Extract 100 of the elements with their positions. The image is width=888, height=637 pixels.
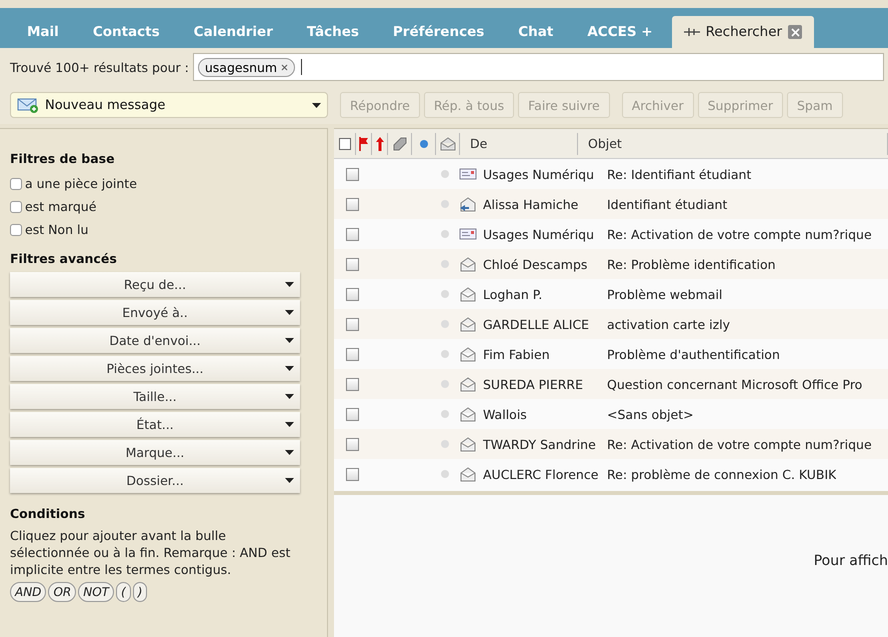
- read-dot-icon: [441, 380, 449, 388]
- sender-cell-text: Wallois: [483, 406, 528, 422]
- new-message-button[interactable]: Nouveau message: [10, 92, 328, 118]
- caret-icon: [285, 394, 294, 399]
- read-dot-icon: [441, 260, 449, 268]
- filter-dropdown[interactable]: État...: [10, 412, 300, 437]
- row-checkbox[interactable]: [346, 438, 359, 450]
- open-envelope-icon: [459, 316, 477, 332]
- caret-icon: [285, 422, 294, 427]
- remove-icon[interactable]: [281, 64, 288, 70]
- open-envelope-icon: [459, 376, 477, 392]
- operator-button[interactable]: OR: [48, 582, 76, 602]
- filter-dropdown[interactable]: Marque...: [10, 440, 300, 465]
- nav-tab[interactable]: Rechercher: [672, 16, 814, 48]
- operator-button[interactable]: NOT: [78, 582, 114, 602]
- read-dot-icon: [441, 350, 449, 358]
- sender-cell-text: Chloé Descamps: [483, 256, 588, 272]
- filter-dropdown[interactable]: Dossier...: [10, 468, 300, 493]
- envelope-icon[interactable]: [440, 136, 456, 150]
- sender-cell-text: Alissa Hamiche: [483, 196, 580, 212]
- text-caret: [301, 59, 302, 75]
- read-dot-icon: [441, 200, 449, 208]
- caret-icon: [312, 102, 321, 108]
- filter-dropdown[interactable]: Date d'envoi...: [10, 328, 300, 353]
- caret-icon: [285, 310, 294, 315]
- subject-cell: Problème webmail: [607, 286, 722, 302]
- read-dot-icon: [441, 440, 449, 448]
- row-checkbox[interactable]: [346, 318, 359, 330]
- priority-icon[interactable]: [376, 136, 384, 150]
- checkbox-label: a une pièce jointe: [25, 176, 137, 191]
- unread-dot-icon[interactable]: [420, 140, 428, 148]
- sender-cell-text: AUCLERC Florence: [483, 466, 600, 482]
- row-checkbox[interactable]: [346, 288, 359, 300]
- section-title: Conditions: [10, 506, 86, 521]
- search-token[interactable]: usagesnum: [198, 58, 296, 76]
- close-icon[interactable]: [788, 25, 802, 39]
- checkbox-label: est marqué: [25, 199, 96, 214]
- sender-cell-text: Usages Numériqu: [483, 226, 596, 242]
- caret-icon: [285, 450, 294, 455]
- subject-cell: Re: Activation de votre compte num?rique: [607, 436, 872, 452]
- subject-cell: Re: Problème identification: [607, 256, 776, 272]
- read-dot-icon: [441, 170, 449, 178]
- row-checkbox[interactable]: [346, 378, 359, 390]
- checkbox[interactable]: [10, 224, 22, 236]
- open-envelope-icon: [459, 466, 477, 482]
- select-all-checkbox[interactable]: [338, 138, 350, 150]
- row-checkbox[interactable]: [346, 258, 359, 270]
- sender-cell-text: SUREDA PIERRE: [483, 376, 584, 392]
- filter-dropdown[interactable]: Reçu de...: [10, 272, 300, 297]
- open-envelope-icon: [459, 256, 477, 272]
- subject-cell: Re: Activation de votre compte num?rique: [607, 226, 872, 242]
- checkbox[interactable]: [10, 178, 22, 190]
- replied-envelope-icon: [459, 196, 477, 212]
- operator-button[interactable]: AND: [10, 582, 46, 602]
- row-checkbox[interactable]: [346, 228, 359, 240]
- subject-cell: <Sans objet>: [607, 406, 694, 422]
- preview-message: Pour affich: [814, 553, 888, 569]
- filter-dropdown[interactable]: Taille...: [10, 384, 300, 409]
- checkbox-label: est Non lu: [25, 222, 88, 237]
- sender-cell-text: TWARDY Sandrine: [483, 436, 597, 452]
- open-envelope-icon: [459, 286, 477, 302]
- row-checkbox[interactable]: [346, 168, 359, 180]
- card-icon: [459, 167, 477, 181]
- open-envelope-icon: [459, 406, 477, 422]
- read-dot-icon: [441, 470, 449, 478]
- results-label: Trouvé 100+ résultats pour :: [10, 60, 189, 74]
- flag-icon[interactable]: [358, 136, 368, 150]
- column-header[interactable]: Objet: [578, 132, 888, 154]
- row-checkbox[interactable]: [346, 198, 359, 210]
- read-dot-icon: [441, 290, 449, 298]
- row-checkbox[interactable]: [346, 468, 359, 480]
- operator-button[interactable]: ): [132, 582, 148, 602]
- subject-cell: Problème d'authentification: [607, 346, 780, 362]
- conditions-hint: Cliquez pour ajouter avant la bulle sélectionnée ou à la fin. Remarque : AND est implicite entre les termes contigus.: [10, 527, 292, 578]
- caret-icon: [285, 366, 294, 371]
- new-mail-icon: [17, 97, 39, 113]
- read-dot-icon: [441, 410, 449, 418]
- subject-cell: Re: Identifiant étudiant: [607, 166, 752, 182]
- caret-icon: [285, 282, 294, 287]
- tag-icon[interactable]: [392, 136, 406, 150]
- pin-icon: [684, 28, 700, 36]
- filter-dropdown[interactable]: Envoyé à..: [10, 300, 300, 325]
- row-checkbox[interactable]: [346, 408, 359, 420]
- section-title: Filtres de base: [10, 151, 116, 166]
- column-header[interactable]: De: [460, 132, 578, 154]
- filter-dropdown[interactable]: Pièces jointes...: [10, 356, 300, 381]
- sender-cell-text: GARDELLE ALICE: [483, 316, 590, 332]
- open-envelope-icon: [459, 436, 477, 452]
- caret-icon: [285, 478, 294, 483]
- section-title: Filtres avancés: [10, 251, 118, 266]
- row-checkbox[interactable]: [346, 348, 359, 360]
- subject-cell: activation carte izly: [607, 316, 730, 332]
- checkbox[interactable]: [10, 200, 22, 212]
- search-field[interactable]: usagesnum: [192, 53, 884, 81]
- operator-button[interactable]: (: [116, 582, 131, 602]
- subject-cell: Re: problème de connexion C. KUBIK: [607, 466, 836, 482]
- card-icon: [459, 227, 477, 241]
- sender-cell-text: Usages Numériqu: [483, 166, 596, 182]
- sender-cell-text: Loghan P.: [483, 286, 544, 302]
- read-dot-icon: [441, 230, 449, 238]
